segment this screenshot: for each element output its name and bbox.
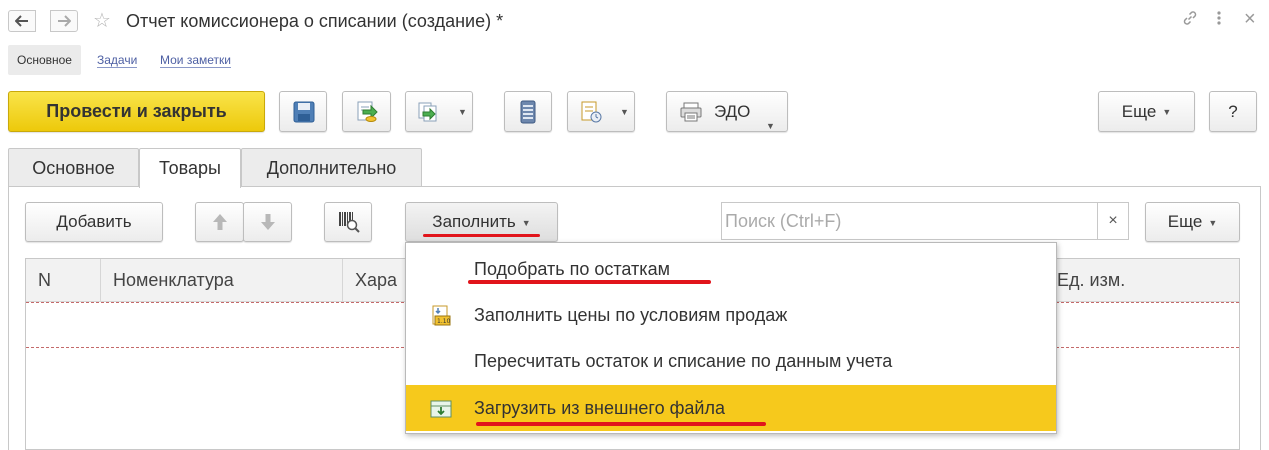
- menu-item-label: Подобрать по остаткам: [474, 259, 670, 279]
- arrow-up-icon: [213, 214, 227, 230]
- clear-search-icon[interactable]: ×: [1097, 203, 1128, 239]
- journal-icon: [520, 100, 536, 123]
- create-based-on-button[interactable]: ▼: [405, 91, 473, 132]
- move-down-button[interactable]: [243, 202, 292, 242]
- section-tab-label: Основное: [17, 53, 72, 67]
- chevron-down-icon: ▼: [458, 107, 467, 117]
- edo-printer-icon: [680, 102, 702, 122]
- arrow-right-icon: [58, 15, 72, 27]
- annotation-underline: [476, 422, 766, 426]
- arrow-left-icon: [14, 15, 28, 27]
- tab-main[interactable]: Основное: [8, 148, 139, 187]
- title-bar: ☆ Отчет комиссионера о списании (создани…: [0, 0, 1269, 44]
- document-report-icon: [581, 101, 602, 122]
- section-tab-label: Задачи: [97, 53, 138, 68]
- add-row-button[interactable]: Добавить: [25, 202, 163, 242]
- move-up-button[interactable]: [195, 202, 244, 242]
- menu-item-label: Заполнить цены по условиям продаж: [474, 305, 788, 325]
- close-icon[interactable]: ×: [1244, 8, 1256, 31]
- annotation-underline: [468, 280, 711, 284]
- import-file-icon: [430, 400, 452, 418]
- floppy-disk-icon: [293, 101, 315, 122]
- post-button[interactable]: [342, 91, 391, 132]
- tab-goods[interactable]: Товары: [139, 148, 241, 188]
- post-and-close-button[interactable]: Провести и закрыть: [8, 91, 265, 132]
- journal-button[interactable]: [504, 91, 552, 132]
- create-based-on-icon: [418, 102, 437, 121]
- edo-label: ЭДО: [714, 102, 751, 121]
- column-header-n[interactable]: N: [26, 259, 101, 302]
- menu-item-fill-prices[interactable]: 1.10 Заполнить цены по условиям продаж: [406, 292, 1056, 338]
- more-vertical-icon[interactable]: [1216, 10, 1222, 31]
- section-tab-label: Мои заметки: [160, 53, 231, 68]
- annotation-underline: [423, 234, 540, 237]
- report-button[interactable]: ▼: [567, 91, 635, 132]
- menu-item-label: Пересчитать остаток и списание по данным…: [474, 351, 893, 371]
- barcode-search-icon: [339, 212, 360, 233]
- fill-button-label: Заполнить: [432, 212, 516, 231]
- section-tab-notes[interactable]: Мои заметки: [160, 45, 231, 75]
- forward-button[interactable]: [50, 10, 78, 32]
- edo-button[interactable]: ЭДО ▼: [666, 91, 788, 132]
- menu-item-select-by-balance[interactable]: Подобрать по остаткам: [406, 246, 1056, 292]
- post-document-icon: [357, 101, 378, 122]
- favorite-star-icon[interactable]: ☆: [93, 8, 111, 33]
- back-button[interactable]: [8, 10, 36, 32]
- column-header-unit[interactable]: Ед. изм.: [1043, 259, 1239, 302]
- fill-dropdown-menu: Подобрать по остаткам 1.10 Заполнить цен…: [405, 242, 1057, 434]
- search-input[interactable]: [722, 203, 1098, 239]
- price-fill-icon: 1.10: [432, 305, 451, 326]
- search-box: ×: [721, 202, 1129, 240]
- arrow-down-icon: [261, 214, 275, 230]
- window-title: Отчет комиссионера о списании (создание)…: [126, 11, 504, 31]
- goods-more-label: Еще: [1167, 212, 1203, 231]
- chevron-down-icon: ▼: [1208, 217, 1218, 228]
- more-actions-label: Еще: [1121, 102, 1157, 121]
- save-button[interactable]: [279, 91, 327, 132]
- menu-item-recalculate[interactable]: Пересчитать остаток и списание по данным…: [406, 338, 1056, 384]
- section-tab-main[interactable]: Основное: [8, 45, 81, 75]
- column-header-item[interactable]: Номенклатура: [101, 259, 343, 302]
- svg-text:1.10: 1.10: [437, 318, 451, 325]
- chevron-down-icon: ▼: [766, 121, 775, 131]
- link-icon[interactable]: [1182, 10, 1198, 31]
- more-actions-button[interactable]: Еще ▼: [1098, 91, 1195, 132]
- section-tab-tasks[interactable]: Задачи: [97, 45, 138, 75]
- help-button[interactable]: ?: [1209, 91, 1257, 132]
- tab-additional[interactable]: Дополнительно: [241, 148, 422, 187]
- chevron-down-icon: ▼: [620, 107, 629, 117]
- barcode-search-button[interactable]: [324, 202, 372, 242]
- goods-more-button[interactable]: Еще ▼: [1145, 202, 1240, 242]
- chevron-down-icon: ▼: [1162, 107, 1172, 118]
